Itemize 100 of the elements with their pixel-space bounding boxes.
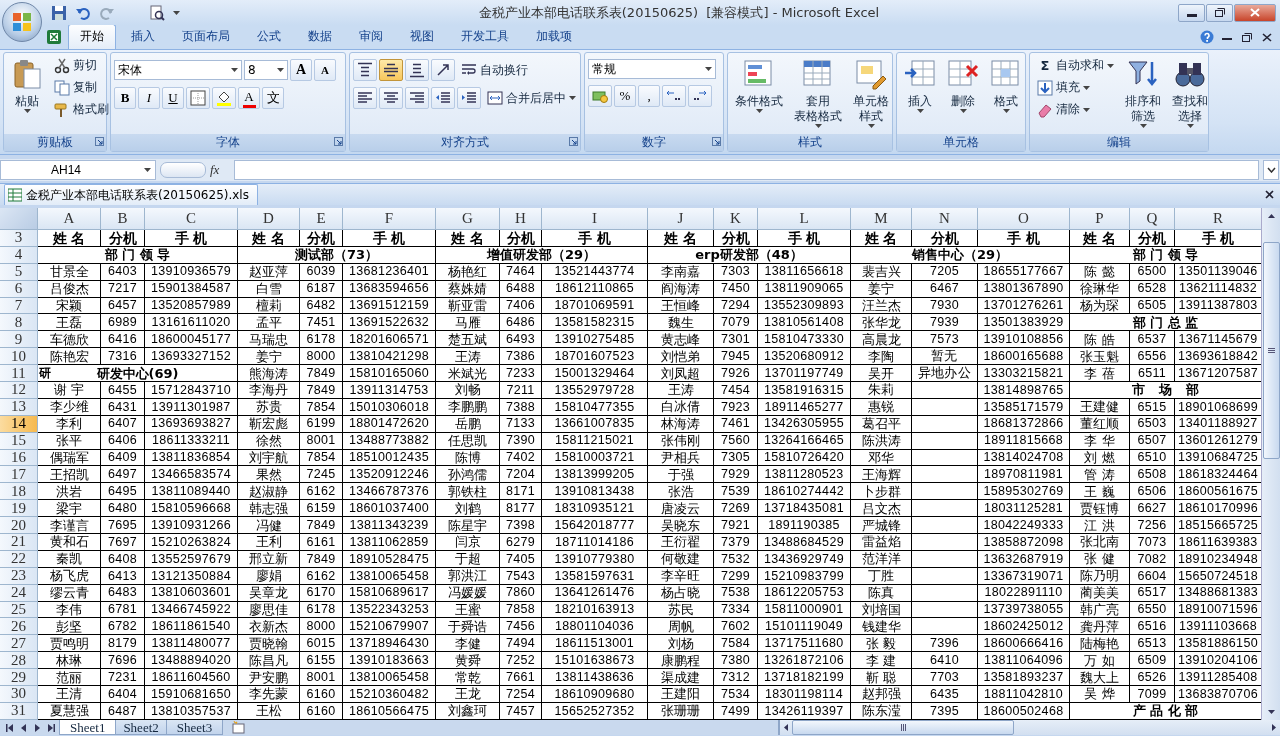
name-box[interactable]: AH14: [0, 160, 156, 180]
customize-button[interactable]: [172, 9, 181, 16]
column-header[interactable]: F: [343, 208, 436, 230]
toolbar-button[interactable]: [353, 59, 377, 81]
toolbar-button[interactable]: A: [290, 59, 312, 81]
row-header[interactable]: 27: [0, 635, 38, 653]
ribbon-button[interactable]: 套用 表格格式: [790, 55, 846, 131]
minimize-button[interactable]: [1178, 3, 1205, 22]
ribbon-button[interactable]: 单元格 样式: [849, 55, 893, 131]
scrollbar-thumb[interactable]: [1262, 242, 1280, 459]
column-header[interactable]: E: [300, 208, 343, 230]
next-sheet-button[interactable]: [34, 723, 41, 732]
dialog-launcher[interactable]: [95, 137, 104, 146]
ribbon-button[interactable]: Σ 自动求和: [1033, 55, 1118, 76]
insert-function-label[interactable]: fx: [210, 162, 230, 178]
column-header[interactable]: Q: [1130, 208, 1175, 230]
toolbar-button[interactable]: B: [114, 87, 136, 109]
row-header[interactable]: 30: [0, 686, 38, 703]
ribbon-button[interactable]: 格式刷: [50, 99, 113, 120]
column-header[interactable]: A: [38, 208, 101, 230]
toolbar-button[interactable]: U: [162, 87, 184, 109]
restore-button[interactable]: [1206, 3, 1233, 22]
sheet-tab[interactable]: Sheet3: [165, 720, 224, 735]
dialog-launcher[interactable]: [712, 137, 721, 146]
row-header[interactable]: 11: [0, 365, 38, 382]
help-button[interactable]: [1198, 29, 1216, 45]
formula-field[interactable]: [234, 160, 1259, 180]
expand-button[interactable]: [1263, 160, 1279, 180]
column-header[interactable]: O: [978, 208, 1070, 230]
dialog-launcher[interactable]: [334, 137, 343, 146]
toolbar-button[interactable]: [379, 59, 403, 81]
ribbon-button[interactable]: 查找和 选择: [1168, 55, 1212, 131]
ribbon-button[interactable]: 复制: [50, 77, 113, 98]
column-header[interactable]: D: [238, 208, 300, 230]
row-header[interactable]: 9: [0, 331, 38, 349]
column-header[interactable]: I: [542, 208, 648, 230]
toolbar-button[interactable]: [405, 87, 429, 109]
ribbon-tab[interactable]: 插入: [119, 25, 167, 49]
ribbon-button[interactable]: 条件格式: [731, 55, 787, 116]
row-header[interactable]: 26: [0, 618, 38, 636]
previous-sheet-button[interactable]: [20, 723, 27, 732]
row-header[interactable]: 29: [0, 669, 38, 687]
ribbon-button[interactable]: 自动换行: [457, 59, 532, 81]
toolbar-button[interactable]: [688, 85, 712, 107]
row-header[interactable]: 20: [0, 517, 38, 535]
column-header[interactable]: C: [145, 208, 238, 230]
office-button[interactable]: [2, 2, 42, 42]
row-header[interactable]: 12: [0, 382, 38, 399]
ribbon-button[interactable]: 格式: [986, 55, 1026, 116]
row-header[interactable]: 17: [0, 466, 38, 484]
ribbon-tab[interactable]: 数据: [296, 25, 344, 49]
ribbon-tab[interactable]: 页面布局: [170, 25, 242, 49]
column-header[interactable]: J: [648, 208, 714, 230]
toolbar-button[interactable]: %: [614, 85, 636, 107]
save-button[interactable]: [50, 3, 68, 22]
column-header[interactable]: B: [101, 208, 145, 230]
toolbar-button[interactable]: [457, 87, 481, 109]
toolbar-button[interactable]: I: [138, 87, 160, 109]
toolbar-button[interactable]: [379, 87, 403, 109]
toolbar-button[interactable]: 文: [262, 87, 284, 109]
row-header[interactable]: 19: [0, 500, 38, 518]
toolbar-button[interactable]: [431, 59, 455, 81]
print-preview-button[interactable]: [148, 3, 166, 22]
ribbon-tab[interactable]: 开发工具: [449, 25, 521, 49]
ribbon-button[interactable]: 粘贴: [7, 55, 47, 116]
column-header[interactable]: K: [714, 208, 758, 230]
toolbar-button[interactable]: [405, 59, 429, 81]
toolbar-button[interactable]: [431, 87, 455, 109]
row-header[interactable]: 8: [0, 314, 38, 332]
sheet-tab[interactable]: Sheet1: [59, 720, 117, 735]
ribbon-button[interactable]: 剪切: [50, 55, 113, 76]
row-header[interactable]: 18: [0, 483, 38, 501]
workbook-tab[interactable]: 金税产业本部电话联系表(20150625).xls: [4, 184, 258, 205]
dialog-launcher[interactable]: [569, 137, 578, 146]
splitter-handle[interactable]: [160, 162, 206, 178]
ribbon-button[interactable]: 清除: [1033, 99, 1118, 120]
toolbar-button[interactable]: [212, 87, 236, 109]
ribbon-tab[interactable]: 公式: [245, 25, 293, 49]
dropdown-field[interactable]: 宋体: [114, 60, 242, 80]
row-header[interactable]: 10: [0, 348, 38, 366]
ribbon-button[interactable]: 合并后居中: [483, 87, 580, 109]
toolbar-button[interactable]: [662, 85, 686, 107]
ribbon-tab[interactable]: 加载项: [524, 25, 584, 49]
ribbon-button[interactable]: 插入: [900, 55, 940, 116]
scrollbar-thumb[interactable]: [792, 720, 1014, 735]
toolbar-button[interactable]: A: [314, 59, 336, 81]
toolbar-button[interactable]: [353, 87, 377, 109]
column-header[interactable]: L: [758, 208, 851, 230]
column-header[interactable]: N: [912, 208, 978, 230]
first-sheet-button[interactable]: [6, 723, 13, 732]
last-sheet-button[interactable]: [48, 723, 55, 732]
dropdown-field[interactable]: 8: [244, 60, 288, 80]
font-color-button[interactable]: A: [238, 87, 260, 109]
row-header[interactable]: 28: [0, 652, 38, 670]
ribbon-button[interactable]: 删除: [943, 55, 983, 116]
ribbon-button[interactable]: 排序和 筛选: [1121, 55, 1165, 131]
column-header[interactable]: G: [436, 208, 500, 230]
column-header[interactable]: P: [1070, 208, 1130, 230]
column-header[interactable]: H: [500, 208, 542, 230]
column-header[interactable]: M: [851, 208, 912, 230]
